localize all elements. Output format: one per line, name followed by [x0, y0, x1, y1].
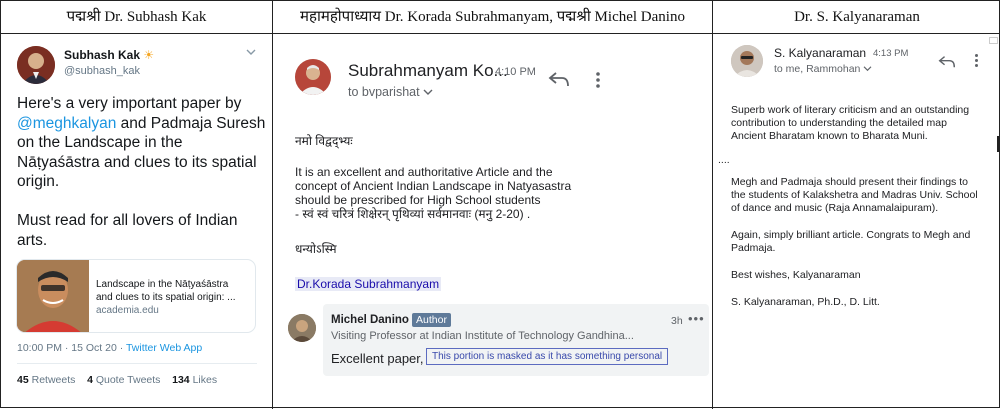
email-body-line: the students of Kalakshetra and Madras U…	[731, 189, 978, 201]
author-badge: Author	[412, 313, 451, 327]
divider	[997, 136, 999, 152]
tweet-column: पद्मश्री Dr. Subhash Kak Subhash Kak ☀ @…	[1, 1, 272, 409]
card-thumbnail	[17, 260, 89, 332]
recipients-toggle[interactable]: to me, Rammohan	[774, 63, 872, 75]
screenshot-frame: पद्मश्री Dr. Subhash Kak Subhash Kak ☀ @…	[0, 0, 1000, 409]
quote-tweets-stat[interactable]: 4 Quote Tweets	[87, 374, 160, 386]
tweet-stats: 45 Retweets 4 Quote Tweets 134 Likes	[17, 374, 217, 386]
tweet-timestamp: 10:00 PM · 15 Oct 20 · Twitter Web App	[17, 342, 203, 354]
tweet-author-handle[interactable]: @subhash_kak	[64, 65, 140, 77]
email-body-line: Again, simply brilliant article. Congrat…	[731, 229, 971, 241]
email-body-line: Megh and Padmaja should present their fi…	[731, 176, 968, 188]
email-time: 4:13 PM	[873, 48, 909, 59]
email-body-line: Padmaja.	[731, 242, 776, 254]
avatar	[295, 59, 331, 95]
chevron-down-icon	[863, 63, 872, 75]
avatar	[731, 45, 763, 77]
email-body-line: concept of Ancient Indian Landscape in N…	[295, 179, 572, 193]
reply-icon[interactable]	[548, 71, 570, 92]
card-title: and clues to its spatial origin: ...	[96, 292, 236, 303]
more-vertical-icon[interactable]	[974, 53, 979, 73]
reply-icon[interactable]	[938, 55, 956, 73]
scrollbar[interactable]	[989, 37, 998, 44]
tweet-author-name[interactable]: Subhash Kak ☀	[64, 48, 154, 62]
sender-name: S. Kalyanaraman	[774, 46, 867, 60]
email-body-line: should be prescribed for High School stu…	[295, 193, 541, 207]
email-column-subrahmanyam: महामहोपाध्याय Dr. Korada Subrahmanyam, प…	[272, 1, 712, 409]
email-body-line: - स्वं स्वं चरित्रं शिक्षेरन् पृथिव्यां …	[295, 207, 531, 221]
email-column-kalyanaraman: Dr. S. Kalyanaraman S. Kalyanaraman 4:13…	[712, 1, 1000, 409]
email-signature: S. Kalyanaraman, Ph.D., D. Litt.	[731, 296, 880, 308]
retweets-stat[interactable]: 45 Retweets	[17, 374, 75, 386]
email-time: 4:10 PM	[495, 66, 536, 78]
avatar[interactable]	[17, 46, 55, 84]
sun-icon: ☀	[143, 48, 155, 62]
email-closing: धन्योऽस्मि	[295, 242, 337, 256]
avatar	[288, 314, 316, 342]
column-header: Dr. S. Kalyanaraman	[713, 1, 1000, 34]
card-domain: academia.edu	[96, 305, 159, 316]
commenter-name: Michel Danino	[331, 314, 409, 326]
comment-time: 3h	[671, 315, 683, 327]
commenter-role: Visiting Professor at Indian Institute o…	[331, 330, 634, 342]
email-body-line: It is an excellent and authoritative Art…	[295, 165, 553, 179]
card-title: Landscape in the Nāṭyaśāstra	[96, 279, 229, 290]
divider	[17, 363, 257, 364]
email-wishes: Best wishes, Kalyanaraman	[731, 269, 861, 281]
more-horizontal-icon[interactable]: •••	[688, 311, 705, 326]
email-ellipsis: ....	[718, 154, 730, 166]
tweet-text: Here's a very important paper by @meghka…	[17, 95, 266, 249]
email-body-line: Superb work of literary criticism and an…	[731, 104, 970, 116]
email-greeting: नमो विद्वद्भ्यः	[295, 134, 353, 148]
chevron-down-icon[interactable]	[246, 47, 256, 60]
masked-note: This portion is masked as it has somethi…	[426, 348, 669, 365]
email-body-line: of dance and music (Raja Annamalaipuram)…	[731, 202, 939, 214]
email-signature: Dr.Korada Subrahmanyam	[295, 277, 442, 291]
mention-link[interactable]: @meghkalyan	[17, 115, 116, 132]
chevron-down-icon	[423, 85, 433, 99]
recipients-toggle[interactable]: to bvparishat	[348, 85, 433, 99]
email-body-line: Ancient Bharatam known to Bharata Muni.	[731, 130, 928, 142]
likes-stat[interactable]: 134 Likes	[172, 374, 217, 386]
sender-name: Subrahmanyam Ko...	[348, 61, 508, 80]
email-body-line: contribution to understanding the detail…	[731, 117, 947, 129]
column-header: महामहोपाध्याय Dr. Korada Subrahmanyam, प…	[273, 1, 712, 34]
more-vertical-icon[interactable]	[595, 71, 601, 94]
link-preview-card[interactable]: Landscape in the Nāṭyaśāstra and clues t…	[16, 259, 256, 333]
column-header: पद्मश्री Dr. Subhash Kak	[1, 1, 272, 34]
comment-text: Excellent paper,	[331, 351, 424, 366]
tweet-source-link[interactable]: Twitter Web App	[126, 342, 202, 354]
